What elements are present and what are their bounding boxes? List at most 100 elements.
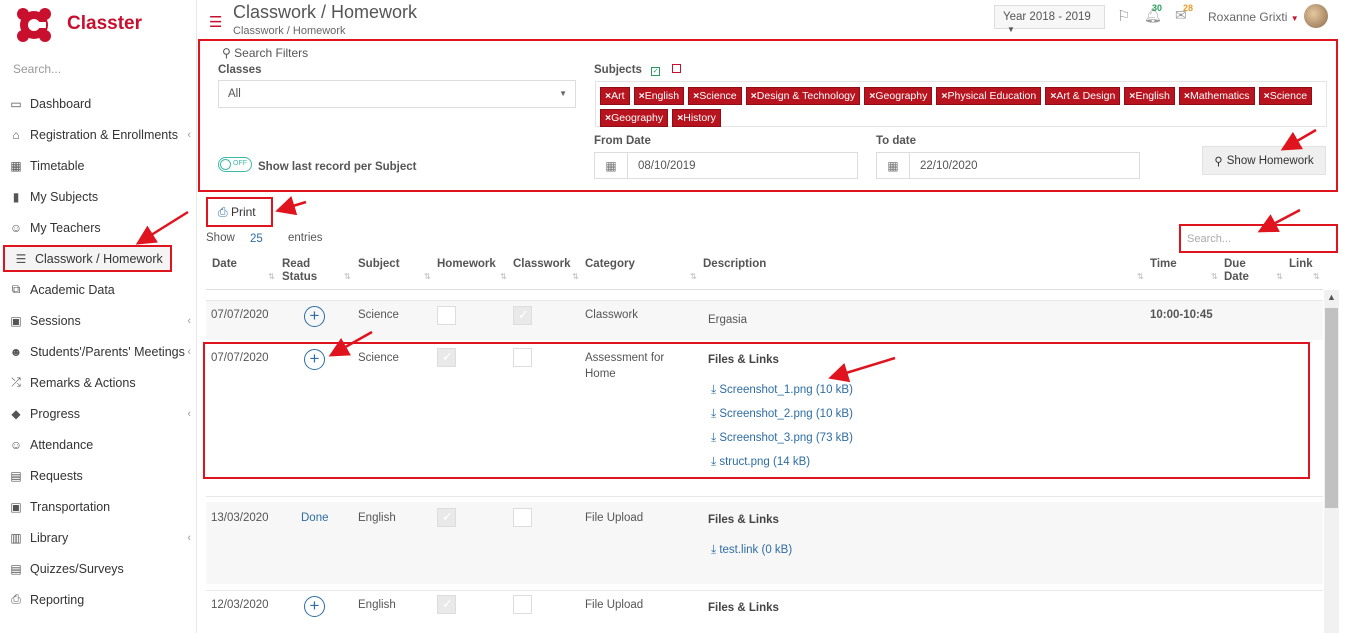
file-link-text: test.link (0 kB): [719, 544, 793, 556]
deselect-all-icon[interactable]: [672, 64, 682, 73]
column-header-time[interactable]: Time: [1150, 258, 1177, 271]
subject-tag[interactable]: ×History: [672, 109, 721, 127]
subject-tag[interactable]: ×Science: [1258, 87, 1313, 105]
page-size-select[interactable]: 25: [250, 231, 263, 247]
sort-icon: ⇅: [1276, 272, 1283, 281]
subject-tag[interactable]: ×English: [633, 87, 685, 105]
to-date-value: 22/10/2020: [920, 159, 978, 172]
file-link[interactable]: ⤓ struct.png (14 kB): [711, 454, 810, 469]
download-icon: ⤓: [711, 542, 717, 556]
subject-tag[interactable]: ×Geography: [864, 87, 933, 105]
file-link[interactable]: ⤓ Screenshot_3.png (73 kB): [711, 430, 853, 445]
year-select-value: Year 2018 - 2019: [1003, 11, 1091, 23]
file-link-text: Screenshot_2.png (10 kB): [719, 408, 853, 420]
sidebar-item-remarks-actions[interactable]: ⤮ Remarks & Actions: [0, 367, 197, 398]
sidebar-search-input[interactable]: Search...: [13, 62, 61, 76]
download-icon: ⤓: [711, 406, 717, 420]
subjects-multiselect[interactable]: ×Art ×English ×Science ×Design & Technology…: [595, 81, 1327, 127]
row-1-subject: Science: [358, 309, 399, 321]
download-icon: ⤓: [711, 382, 717, 396]
calendar-icon: ▦: [595, 153, 628, 178]
scroll-up-icon[interactable]: ▲: [1327, 292, 1336, 302]
subject-tag[interactable]: ×Science: [688, 87, 742, 105]
file-link[interactable]: ⤓ Screenshot_1.png (10 kB): [711, 382, 853, 397]
column-header-description[interactable]: Description: [703, 258, 766, 271]
due-date-header-text: Due Date: [1224, 258, 1249, 283]
monitor-icon: ▭: [10, 96, 22, 111]
year-select[interactable]: Year 2018 - 2019 ▼: [994, 5, 1105, 34]
column-header-date[interactable]: Date: [212, 258, 237, 271]
meeting-icon: ☻: [9, 344, 23, 359]
subject-tag[interactable]: ×Mathematics: [1178, 87, 1255, 105]
sidebar-item-library[interactable]: ▥ Library ‹: [0, 522, 197, 553]
column-header-classwork[interactable]: Classwork: [513, 258, 571, 271]
subject-tag[interactable]: ×Physical Education: [936, 87, 1042, 105]
sidebar-item-classwork-homework[interactable]: ☰ Classwork / Homework: [3, 245, 172, 272]
printer-icon: ⎙: [218, 205, 228, 219]
sidebar-item-sessions[interactable]: ▣ Sessions ‹: [0, 305, 197, 336]
sidebar-item-reporting[interactable]: ⎙ Reporting: [0, 584, 197, 615]
print-button[interactable]: ⎙ Print: [218, 205, 256, 220]
subject-tag-label: Geography: [875, 90, 928, 102]
user-menu[interactable]: Roxanne Grixti ▼: [1208, 10, 1299, 24]
classes-select[interactable]: All ▼: [218, 80, 576, 108]
sidebar-item-progress[interactable]: ◆ Progress ‹: [0, 398, 197, 429]
table-scrollbar[interactable]: ▲: [1324, 290, 1339, 633]
row-2-date: 07/07/2020: [211, 352, 269, 364]
sidebar-item-my-teachers[interactable]: ☺ My Teachers: [0, 212, 197, 243]
row-1-date: 07/07/2020: [211, 309, 269, 321]
sort-icon: ⇅: [1137, 272, 1144, 281]
column-header-subject[interactable]: Subject: [358, 258, 400, 271]
subject-tag[interactable]: ×Art & Design: [1045, 87, 1121, 105]
row-4-category: File Upload: [585, 599, 644, 611]
sort-icon: ⇅: [1211, 272, 1218, 281]
app-name: Classter: [67, 13, 142, 34]
subject-tag[interactable]: ×Art: [600, 87, 630, 105]
sidebar-item-requests[interactable]: ▤ Requests: [0, 460, 197, 491]
select-all-icon[interactable]: ✓: [651, 67, 661, 76]
file-link[interactable]: ⤓ test.link (0 kB): [711, 542, 792, 557]
sidebar-item-registration-enrollments[interactable]: ⌂ Registration & Enrollments ‹: [0, 119, 197, 150]
quiz-icon: ▤: [10, 561, 22, 576]
sidebar-item-students-parents-meetings[interactable]: ☻ Students'/Parents' Meetings ‹: [0, 336, 197, 367]
sidebar-item-label: Remarks & Actions: [30, 375, 136, 390]
expand-row-plus-icon[interactable]: +: [304, 306, 325, 327]
shuffle-icon: ⤮: [11, 375, 21, 389]
sidebar-item-my-subjects[interactable]: ▮ My Subjects: [0, 181, 197, 212]
last-record-label: Show last record per Subject: [258, 161, 417, 173]
show-homework-button[interactable]: ⚲ Show Homework: [1202, 146, 1326, 175]
sidebar-item-academic-data[interactable]: ⧉ Academic Data: [0, 274, 197, 305]
from-date-field[interactable]: ▦ 08/10/2019: [594, 152, 858, 179]
sidebar-item-quizzes-surveys[interactable]: ▤ Quizzes/Surveys: [0, 553, 197, 584]
column-header-homework[interactable]: Homework: [437, 258, 496, 271]
file-link[interactable]: ⤓ Screenshot_2.png (10 kB): [711, 406, 853, 421]
column-header-link[interactable]: Link: [1289, 258, 1313, 271]
chevron-left-icon: ‹: [187, 128, 191, 141]
column-header-read-status[interactable]: Read Status: [282, 258, 322, 284]
expand-row-plus-icon[interactable]: +: [304, 349, 325, 370]
sidebar-item-transportation[interactable]: ▣ Transportation: [0, 491, 197, 522]
subject-tag[interactable]: ×English: [1124, 87, 1175, 105]
avatar[interactable]: [1304, 4, 1328, 28]
sidebar-item-label: Quizzes/Surveys: [30, 561, 124, 576]
sidebar-item-label: Academic Data: [30, 282, 115, 297]
breadcrumb[interactable]: Classwork / Homework: [233, 25, 345, 37]
classes-label: Classes: [218, 64, 262, 76]
to-date-field[interactable]: ▦ 22/10/2020: [876, 152, 1140, 179]
institution-icon: ⌂: [12, 127, 20, 142]
subject-tag[interactable]: ×Design & Technology: [745, 87, 861, 105]
last-record-toggle[interactable]: OFF: [218, 157, 252, 172]
column-header-category[interactable]: Category: [585, 258, 635, 271]
sidebar-item-dashboard[interactable]: ▭ Dashboard: [0, 88, 197, 119]
sidebar-item-timetable[interactable]: ▦ Timetable: [0, 150, 197, 181]
flag-icon[interactable]: ⚐: [1117, 7, 1130, 25]
bus-icon: ▣: [10, 499, 22, 514]
subject-tag[interactable]: ×Geography: [600, 109, 669, 127]
menu-toggle-icon[interactable]: ☰: [209, 13, 222, 31]
sidebar-item-attendance[interactable]: ☺ Attendance: [0, 429, 197, 460]
row-2-files-heading: Files & Links: [708, 354, 779, 366]
sort-icon: ⇅: [344, 272, 351, 281]
scrollbar-thumb[interactable]: [1325, 308, 1338, 508]
expand-row-plus-icon[interactable]: +: [304, 596, 325, 617]
column-header-due-date[interactable]: Due Date: [1224, 258, 1254, 284]
